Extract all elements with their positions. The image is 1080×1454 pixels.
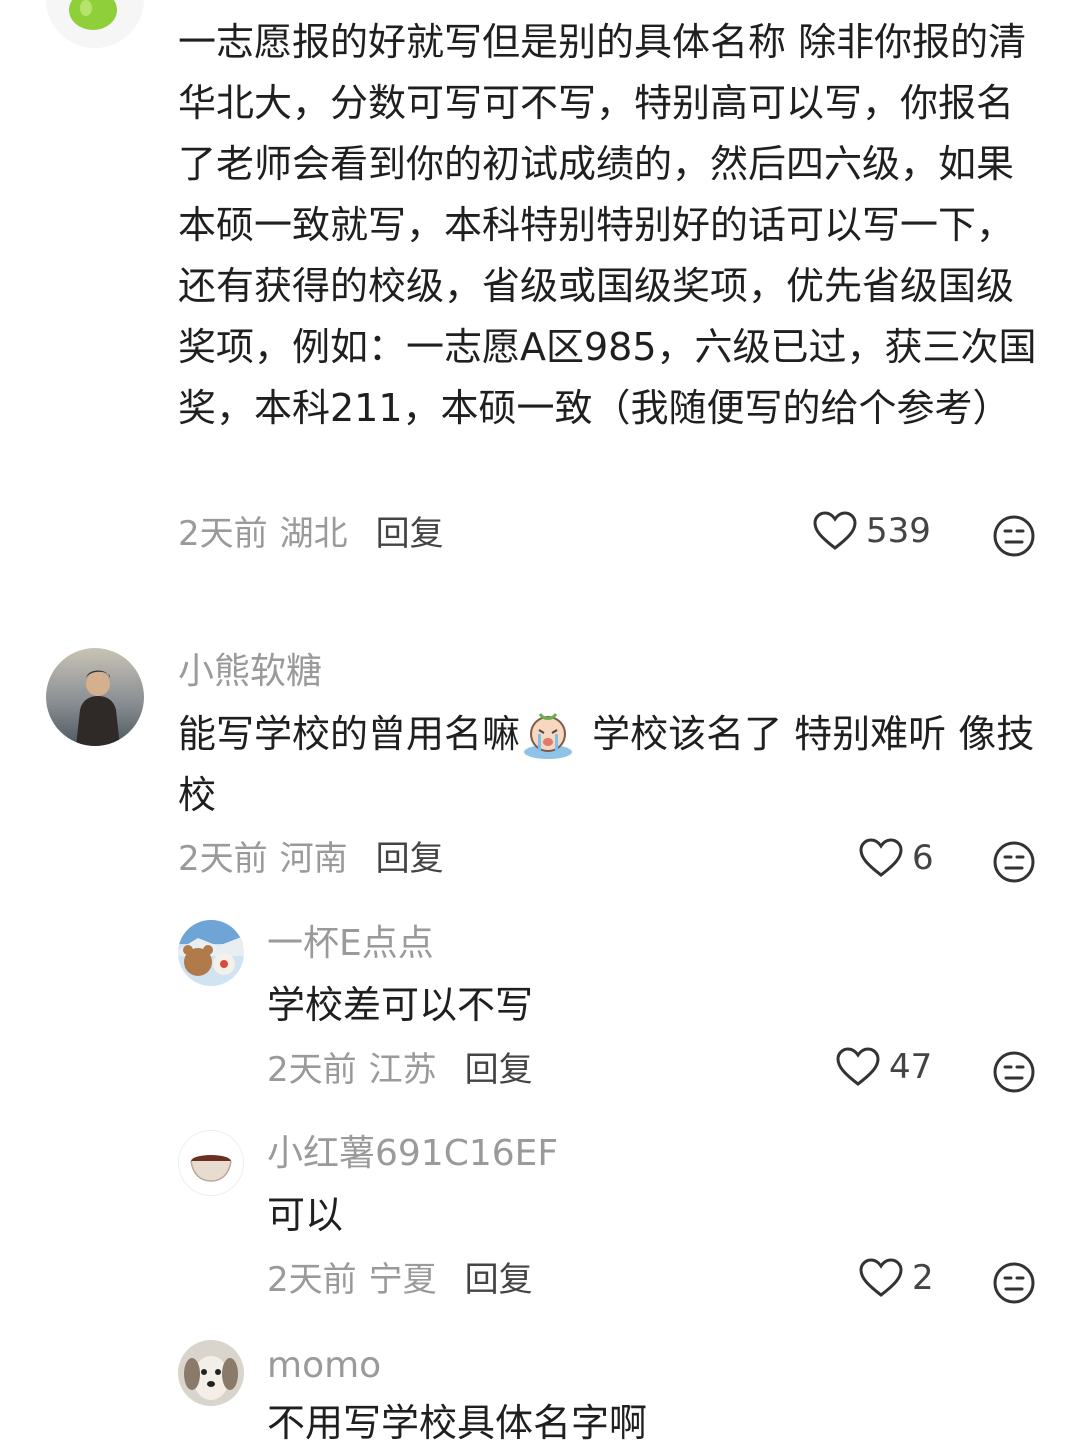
username[interactable]: momo: [267, 1344, 381, 1388]
username[interactable]: 小熊软糖: [178, 650, 322, 694]
green-apple-avatar-icon: [46, 0, 144, 48]
reply-button[interactable]: 回复: [465, 1260, 533, 1300]
comment-location: 江苏: [368, 1050, 437, 1090]
comment-meta: 2天前 河南 回复: [178, 837, 444, 881]
username[interactable]: 小红薯691C16EF: [267, 1132, 558, 1176]
bowl-avatar-icon: [179, 1131, 243, 1195]
comment-time: 2天前: [267, 1050, 357, 1090]
comment-meta: 2天前 宁夏 回复: [267, 1258, 533, 1302]
avatar[interactable]: [178, 920, 244, 986]
neutral-face-icon: [993, 1051, 1035, 1093]
avatar[interactable]: [178, 1130, 244, 1196]
comment-location: 湖北: [279, 514, 348, 554]
dislike-button[interactable]: [992, 840, 1036, 888]
avatar[interactable]: [46, 0, 144, 48]
like-count: 6: [912, 838, 934, 878]
heart-outline-icon: [836, 1047, 880, 1086]
like-button[interactable]: 2: [858, 1257, 934, 1299]
avatar[interactable]: [46, 648, 144, 746]
comment-location: 宁夏: [368, 1260, 437, 1300]
heart-outline-icon: [859, 1258, 903, 1297]
neutral-face-icon: [993, 515, 1035, 557]
comment-meta: 2天前 江苏 回复: [267, 1048, 533, 1092]
comment-text: 学校差可以不写: [267, 983, 534, 1027]
reply-button[interactable]: 回复: [465, 1050, 533, 1090]
comment-text: 可以: [267, 1193, 344, 1237]
comment-meta: 2天前 湖北 回复: [178, 512, 444, 556]
comment-location: 河南: [279, 839, 348, 879]
neutral-face-icon: [993, 841, 1035, 883]
comment-time: 2天前: [178, 839, 268, 879]
username[interactable]: 一杯E点点: [267, 922, 434, 966]
heart-outline-icon: [813, 511, 857, 550]
comment-time: 2天前: [178, 514, 268, 554]
like-button[interactable]: 539: [812, 510, 931, 552]
like-count: 47: [889, 1047, 933, 1087]
comment-text: 不用写学校具体名字啊: [267, 1401, 648, 1445]
crying-face-emoji-icon: [524, 712, 573, 759]
avatar[interactable]: [178, 1340, 244, 1406]
dislike-button[interactable]: [992, 514, 1036, 562]
dislike-button[interactable]: [992, 1050, 1036, 1098]
teddy-bear-avatar-icon: [178, 920, 244, 986]
heart-outline-icon: [859, 838, 903, 877]
reply-button[interactable]: 回复: [376, 514, 444, 554]
like-count: 539: [866, 511, 931, 551]
comment-text: 一志愿报的好就写但是别的具体名称 除非你报的清华北大，分数可写可不写，特别高可以…: [178, 20, 1037, 430]
dislike-button[interactable]: [992, 1261, 1036, 1309]
like-button[interactable]: 6: [858, 837, 934, 879]
reply-button[interactable]: 回复: [376, 839, 444, 879]
neutral-face-icon: [993, 1262, 1035, 1304]
comment-time: 2天前: [267, 1260, 357, 1300]
like-button[interactable]: 47: [835, 1046, 932, 1088]
comment-text: 能写学校的曾用名嘛 学校该名了 特别难听 像技校: [178, 704, 1038, 826]
like-count: 2: [912, 1258, 934, 1298]
comment-text-part: 能写学校的曾用名嘛: [178, 712, 521, 756]
dog-avatar-icon: [178, 1340, 244, 1406]
person-photo-avatar-icon: [46, 648, 144, 746]
